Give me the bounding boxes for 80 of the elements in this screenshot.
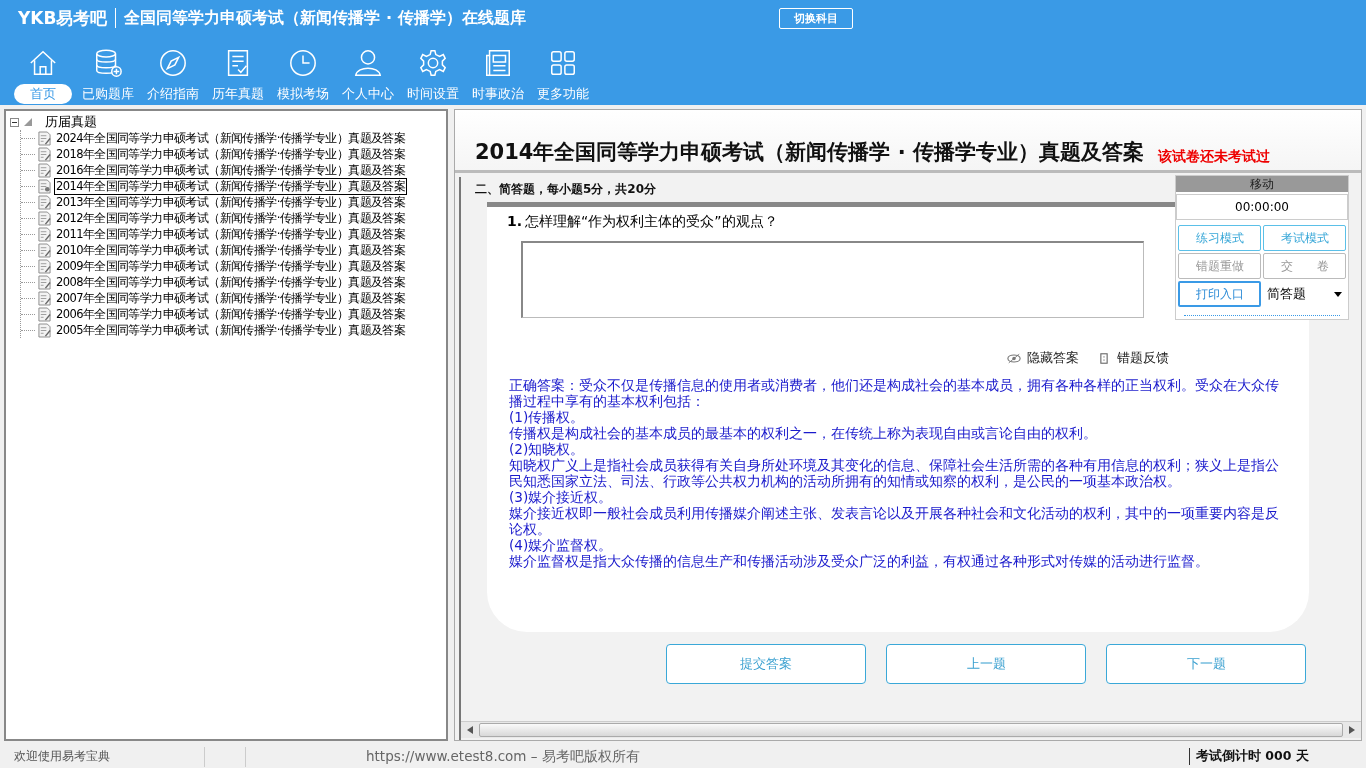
answer-text: (3)媒介接近权。 — [509, 489, 614, 505]
toolbar-tab[interactable]: 已购题库 — [75, 84, 140, 104]
document-pencil-icon — [38, 274, 51, 290]
tree-item[interactable]: 2005年全国同等学力申硕考试（新闻传播学·传播学专业）真题及答案 — [54, 321, 408, 339]
document-pencil-icon — [38, 130, 51, 146]
toolbar-tab[interactable]: 更多功能 — [530, 84, 595, 104]
tree-item[interactable]: 2011年全国同等学力申硕考试（新闻传播学·传播学专业）真题及答案 — [54, 225, 408, 243]
home-icon[interactable] — [27, 48, 58, 78]
tree-item[interactable]: 2008年全国同等学力申硕考试（新闻传播学·传播学专业）真题及答案 — [54, 273, 408, 291]
scroll-left-icon[interactable] — [467, 726, 473, 734]
tree-item[interactable]: 2012年全国同等学力申硕考试（新闻传播学·传播学专业）真题及答案 — [54, 209, 408, 227]
answer-text: 媒介接近权即一般社会成员利用传播媒介阐述主张、发表言论以及开展各种社会和文化活动的权利，其中的一项重要内容是反论权。 — [509, 505, 1280, 537]
tree-item[interactable]: 2010年全国同等学力申硕考试（新闻传播学·传播学专业）真题及答案 — [54, 241, 408, 259]
tree-item[interactable]: 2014年全国同等学力申硕考试（新闻传播学·传播学专业）真题及答案 — [54, 177, 408, 195]
timer: 00:00:00 — [1176, 194, 1348, 220]
logo: YKB易考吧 — [18, 6, 108, 30]
document-pencil-icon — [38, 226, 51, 242]
collapse-toggle[interactable] — [10, 117, 19, 127]
toolbar-tab[interactable]: 模拟考场 — [270, 84, 335, 104]
toolbar-tab[interactable]: 时事政治 — [465, 84, 530, 104]
document-pencil-icon — [38, 242, 51, 258]
clock-icon[interactable] — [287, 48, 318, 78]
toolbar-tab[interactable]: 时间设置 — [400, 84, 465, 104]
document-pencil-icon — [38, 194, 51, 210]
document-pencil-icon — [38, 306, 51, 322]
document-pencil-icon — [38, 162, 51, 178]
previous-button[interactable]: 上一题 — [886, 644, 1086, 684]
folder-triangle-icon — [23, 117, 33, 127]
switch-subject-button[interactable]: 切换科目 — [779, 7, 854, 29]
scrollbar-thumb[interactable] — [479, 723, 1343, 737]
answer-text: (4)媒介监督权。 — [509, 537, 614, 553]
submit-button[interactable]: 提交答案 — [666, 644, 866, 684]
tree-item[interactable]: 2018年全国同等学力申硕考试（新闻传播学·传播学专业）真题及答案 — [54, 145, 408, 163]
scroll-right-icon[interactable] — [1349, 726, 1355, 734]
tree-item[interactable]: 2024年全国同等学力申硕考试（新闻传播学·传播学专业）真题及答案 — [54, 129, 408, 147]
horizontal-scrollbar[interactable] — [461, 721, 1361, 738]
toolbar-tab[interactable]: 历年真题 — [205, 84, 270, 104]
settings-icon[interactable] — [417, 48, 448, 78]
toolbar-tab[interactable]: 个人中心 — [335, 84, 400, 104]
compass-icon[interactable] — [157, 48, 188, 78]
question-text: 怎样理解“作为权利主体的受众”的观点？ — [525, 213, 778, 231]
report-icon[interactable] — [1097, 353, 1111, 364]
panel-button[interactable]: 打印入口 — [1178, 281, 1261, 307]
answer-text: 正确答案：受众不仅是传播信息的使用者或消费者，他们还是构成社会的基本成员，拥有各种各样的正当权利。受众在大众传播过程中享有的基本权利包括： — [509, 377, 1280, 409]
app-title: 全国同等学力申硕考试（新闻传播学 · 传播学）在线题库 — [124, 7, 527, 29]
answer-link[interactable]: 错题反馈 — [1117, 350, 1169, 367]
answer-link[interactable]: 隐藏答案 — [1027, 350, 1079, 367]
user-icon[interactable] — [352, 48, 383, 78]
tree-item[interactable]: 2009年全国同等学力申硕考试（新闻传播学·传播学专业）真题及答案 — [54, 257, 408, 275]
tree-item[interactable]: 2016年全国同等学力申硕考试（新闻传播学·传播学专业）真题及答案 — [54, 161, 408, 179]
exam-title: 2014年全国同等学力申硕考试（新闻传播学 · 传播学专业）真题及答案 — [475, 139, 1145, 166]
tree-item[interactable]: 历届真题 — [45, 113, 97, 131]
answer-text: 媒介监督权是指大众传播的信息生产和传播活动涉及受众广泛的利益，有权通过各种形式对传媒的活动进行监督。 — [509, 553, 1210, 569]
tree-item[interactable]: 2007年全国同等学力申硕考试（新闻传播学·传播学专业）真题及答案 — [54, 289, 408, 307]
toolbar-tab[interactable]: 首页 — [13, 84, 72, 104]
document-pin-icon — [38, 178, 51, 194]
document-pencil-icon — [38, 290, 51, 306]
answer-text: 知晓权广义上是指社会成员获得有关自身所处环境及其变化的信息、保障社会生活所需的各种有用信息的权利；狭义上是指公民知悉国家立法、司法、行政等公共权力机构的活动所拥有的知情或知察的权利，是公民的一项基本政治权。 — [509, 457, 1280, 489]
tree-item[interactable]: 2013年全国同等学力申硕考试（新闻传播学·传播学专业）真题及答案 — [54, 193, 408, 211]
document-pencil-icon — [38, 258, 51, 274]
answer-box[interactable] — [521, 241, 1144, 318]
toolbar-tab[interactable]: 介绍指南 — [140, 84, 205, 104]
answer-text: (2)知晓权。 — [509, 441, 586, 457]
next-button[interactable]: 下一题 — [1106, 644, 1306, 684]
answer-text: (1)传播权。 — [509, 409, 586, 425]
panel-header[interactable]: 移动 — [1176, 176, 1348, 192]
exam-status: 该试卷还未考试过 — [1158, 148, 1271, 166]
eye-icon[interactable] — [1007, 353, 1021, 364]
section-heading: 二、简答题，每小题5分，共20分 — [474, 181, 658, 198]
answer-text: 传播权是构成社会的基本成员的最基本的权利之一，在传统上称为表现自由或言论自由的权利。 — [509, 425, 1098, 441]
question-number: 1. — [507, 213, 523, 231]
caret-icon — [1334, 291, 1342, 297]
welcome-text: 欢迎使用易考宝典 — [13, 748, 111, 765]
copyright-text: https://www.etest8.com – 易考吧版权所有 — [366, 747, 640, 766]
question-type-dropdown[interactable]: 简答题 — [1263, 281, 1346, 307]
tree-item[interactable]: 2006年全国同等学力申硕考试（新闻传播学·传播学专业）真题及答案 — [54, 305, 408, 323]
document-pencil-icon — [38, 322, 51, 338]
countdown-text: 考试倒计时 000 天 — [1189, 748, 1366, 765]
document-pencil-icon — [38, 210, 51, 226]
document-pencil-icon — [38, 146, 51, 162]
